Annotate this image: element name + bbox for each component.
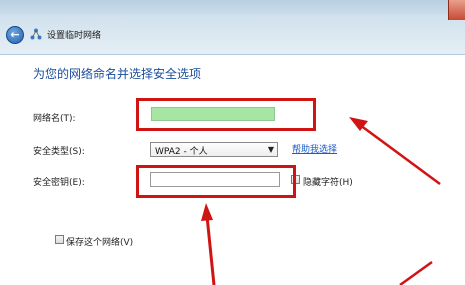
annotation-arrow-corner [399,260,433,285]
annotation-arrow-bottom [201,203,216,285]
annotation-arrow-right [349,117,441,186]
annotation-arrows [201,117,441,285]
